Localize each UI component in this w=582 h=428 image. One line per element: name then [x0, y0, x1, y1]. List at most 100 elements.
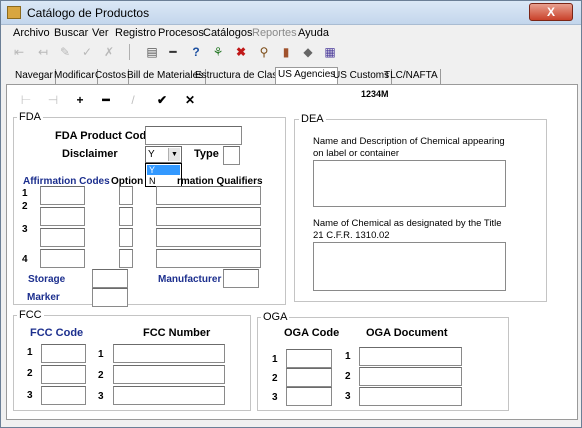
cancel-x-icon[interactable]: ✕ [183, 93, 197, 107]
option-input[interactable] [119, 186, 133, 205]
affirmation-code-input[interactable] [40, 207, 85, 226]
tab-costos[interactable]: Costos [93, 69, 130, 84]
chemical-name-label: Name and Description of Chemical appeari… [313, 136, 505, 159]
first-record-icon[interactable]: ⇤ [11, 44, 27, 60]
disclaimer-select[interactable]: Y ▼ [145, 146, 182, 163]
oga-row-number: 2 [272, 373, 278, 384]
menu-ver[interactable]: Ver [92, 27, 109, 39]
tab-tlc-nafta[interactable]: TLC/NAFTA [382, 69, 441, 84]
menu-ayuda[interactable]: Ayuda [298, 27, 329, 39]
fcc-code-input[interactable] [41, 386, 86, 405]
oga-document-row-number: 1 [345, 351, 351, 362]
disclaimer-label: Disclaimer [62, 148, 118, 160]
type-label: Type [194, 148, 219, 160]
fcc-number-input[interactable] [113, 344, 225, 363]
fcc-title: FCC [17, 309, 44, 321]
oga-document-row-number: 3 [345, 391, 351, 402]
disclaimer-option-n[interactable]: N [147, 176, 180, 186]
oga-code-label: OGA Code [284, 327, 340, 339]
oga-row-number: 3 [272, 392, 278, 403]
chemical-cfr-textarea[interactable] [313, 242, 506, 291]
nav-edit-icon[interactable]: / [126, 93, 140, 107]
cancel-icon[interactable]: ✗ [101, 44, 117, 60]
storage-label: Storage [28, 274, 66, 285]
fcc-code-input[interactable] [41, 344, 86, 363]
affirmation-code-input[interactable] [40, 186, 85, 205]
chemical-name-textarea[interactable] [313, 160, 506, 207]
book-icon[interactable]: ▮ [278, 44, 294, 60]
confirm-icon[interactable]: ✓ [79, 44, 95, 60]
fcc-number-row-number: 1 [98, 349, 104, 360]
previous-record-icon[interactable]: ↤ [35, 44, 51, 60]
fcc-code-input[interactable] [41, 365, 86, 384]
fcc-number-input[interactable] [113, 365, 225, 384]
affirmation-row-number: 1 [22, 188, 28, 199]
oga-document-row-number: 2 [345, 371, 351, 382]
add-icon[interactable]: + [73, 93, 87, 107]
tab-modificar[interactable]: Modificar [52, 69, 98, 84]
option-input[interactable] [119, 207, 133, 226]
storage-input[interactable] [92, 269, 128, 288]
qualifier-input[interactable] [156, 249, 261, 268]
fcc-code-label: FCC Code [30, 327, 84, 339]
help-icon[interactable]: ? [188, 44, 204, 60]
menu-catalogos[interactable]: Catálogos [203, 27, 253, 39]
menu-buscar[interactable]: Buscar [54, 27, 88, 39]
oga-code-input[interactable] [286, 368, 332, 387]
tree-icon[interactable]: ⚘ [210, 44, 226, 60]
tag-icon[interactable]: ◆ [300, 44, 316, 60]
dea-title: DEA [299, 113, 326, 125]
tab-us-agencies[interactable]: US Agencies [275, 67, 339, 84]
fcc-number-input[interactable] [113, 386, 225, 405]
menu-registro[interactable]: Registro [115, 27, 156, 39]
affirmation-row-number: 4 [22, 254, 28, 265]
fda-product-code-input[interactable] [145, 126, 242, 145]
tab-navegar[interactable]: Navegar [13, 69, 56, 84]
nav-first-icon[interactable]: ⊢ [19, 93, 33, 107]
main-window: Catálogo de Productos X Archivo Buscar V… [0, 0, 582, 428]
tab-strip: Navegar Modificar Costos Bill de Materia… [1, 67, 581, 84]
remove-icon[interactable]: ━ [99, 93, 113, 107]
delete-icon[interactable]: ✖ [233, 44, 249, 60]
search-record-icon[interactable]: ⚲ [256, 44, 272, 60]
fcc-number-row-number: 2 [98, 370, 104, 381]
manufacturer-input[interactable] [223, 269, 259, 288]
menu-procesos[interactable]: Procesos [158, 27, 204, 39]
fcc-number-label: FCC Number [143, 327, 211, 339]
save-check-icon[interactable]: ✔ [155, 93, 169, 107]
qualifier-input[interactable] [156, 207, 261, 226]
window-title: Catálogo de Productos [27, 6, 150, 20]
window-icon[interactable]: ▦ [322, 44, 338, 60]
oga-code-input[interactable] [286, 349, 332, 368]
menu-reportes[interactable]: Reportes [252, 27, 297, 39]
edit-icon[interactable]: ✎ [57, 44, 73, 60]
oga-code-input[interactable] [286, 387, 332, 406]
fda-title: FDA [17, 111, 43, 123]
fcc-row-number: 1 [27, 347, 33, 358]
option-input[interactable] [119, 228, 133, 247]
affirmation-code-input[interactable] [40, 228, 85, 247]
affirmation-row-number: 2 [22, 201, 28, 212]
type-input[interactable] [223, 146, 240, 165]
chemical-cfr-label: Name of Chemical as designated by the Ti… [313, 218, 502, 241]
close-button[interactable]: X [529, 3, 573, 21]
option-input[interactable] [119, 249, 133, 268]
chevron-down-icon[interactable]: ▼ [168, 148, 180, 161]
print-icon[interactable]: ▤ [144, 44, 160, 60]
marker-input[interactable] [92, 288, 128, 307]
qualifier-input[interactable] [156, 228, 261, 247]
title-bar: Catálogo de Productos X [1, 1, 581, 25]
menu-archivo[interactable]: Archivo [13, 27, 50, 39]
toolbar: ⇤ ↤ ✎ ✓ ✗ ▤ ━ ? ⚘ ✖ ⚲ ▮ ◆ ▦ [1, 41, 581, 63]
nav-prev-icon[interactable]: ⊣ [46, 93, 60, 107]
record-id: 1234M [361, 89, 389, 99]
minus-icon[interactable]: ━ [165, 44, 181, 60]
oga-document-input[interactable] [359, 347, 462, 366]
affirmation-code-input[interactable] [40, 249, 85, 268]
qualifier-input[interactable] [156, 186, 261, 205]
disclaimer-option-y[interactable]: Y [147, 165, 180, 175]
oga-document-input[interactable] [359, 367, 462, 386]
fcc-row-number: 2 [27, 368, 33, 379]
oga-document-label: OGA Document [366, 327, 448, 339]
oga-document-input[interactable] [359, 387, 462, 406]
